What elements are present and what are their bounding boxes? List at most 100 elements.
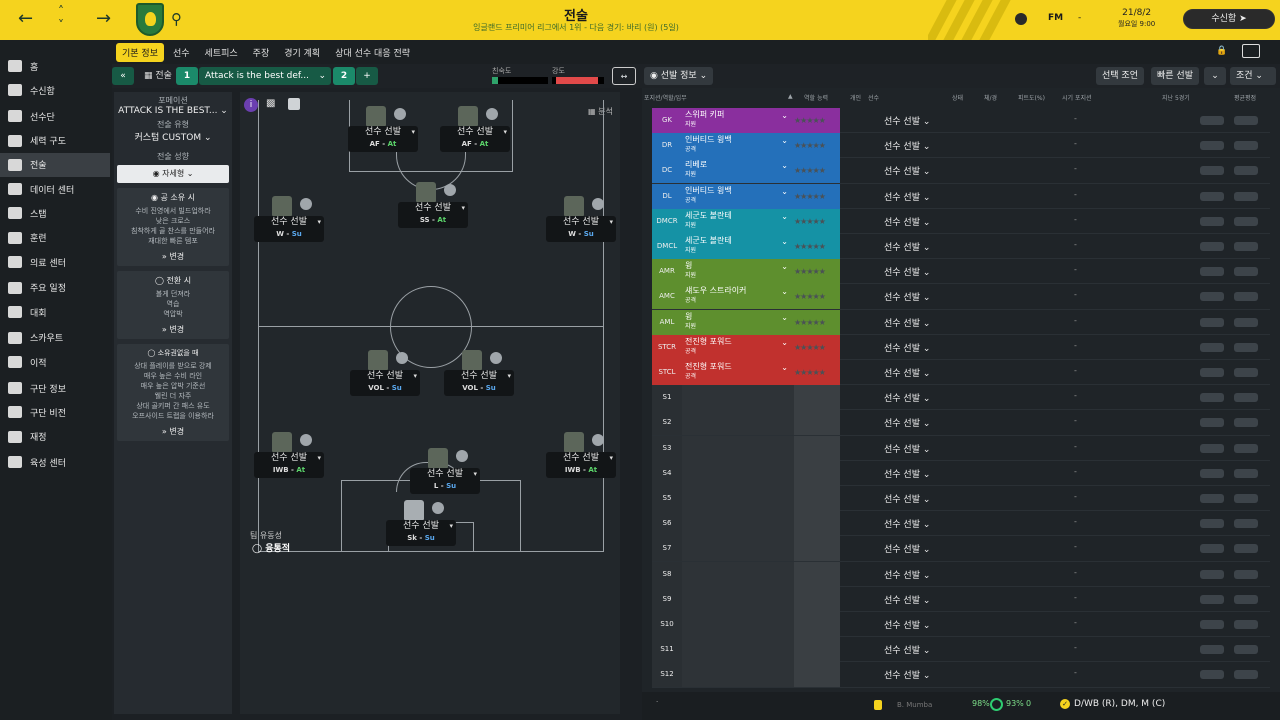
- role-block[interactable]: 인버티드 윙백 공격 ⌄: [682, 133, 792, 159]
- subnav-tab[interactable]: 상대 선수 대응 전략: [329, 43, 416, 62]
- info-icon[interactable]: i: [244, 98, 258, 112]
- role-block[interactable]: 섀도우 스트라이커 공격 ⌄: [682, 284, 792, 310]
- toggle-button[interactable]: ↔: [612, 67, 636, 85]
- player-select-dropdown[interactable]: 선수 선발 ⌄: [884, 442, 930, 455]
- table-row[interactable]: GK 스위퍼 키퍼 지원 ⌄ ★★★★★ 선수 선발 ⌄ -: [652, 108, 1270, 134]
- subnav-tab[interactable]: 선수: [167, 43, 196, 62]
- player-card[interactable]: 선수 선발 IWB - At ▾: [546, 452, 616, 478]
- style-dropdown[interactable]: 커스텀 CUSTOM ⌄: [114, 130, 232, 143]
- table-row[interactable]: DMCL 세군도 볼란테 지원 ⌄ ★★★★★ 선수 선발 ⌄ -: [652, 234, 1270, 260]
- formation-dropdown[interactable]: ATTACK IS THE BEST... ⌄: [114, 106, 232, 116]
- player-card[interactable]: 선수 선발 L - Su ▾: [410, 468, 480, 494]
- collapse-icon[interactable]: «: [112, 67, 134, 85]
- table-row[interactable]: S7 선수 선발 ⌄ -: [652, 536, 1270, 562]
- player-select-dropdown[interactable]: 선수 선발 ⌄: [884, 265, 930, 278]
- role-menu-icon[interactable]: ▾: [503, 128, 507, 136]
- sidebar-item[interactable]: 주요 일정: [0, 276, 112, 300]
- sidebar-item[interactable]: 육성 센터: [0, 450, 112, 474]
- player-card[interactable]: 선수 선발 AF - At ▾: [440, 126, 510, 152]
- player-card[interactable]: 선수 선발 Sk - Su ▾: [386, 520, 456, 546]
- player-slot[interactable]: 선수 선발 IWB - At ▾: [546, 432, 618, 508]
- player-select-dropdown[interactable]: 선수 선발 ⌄: [884, 416, 930, 429]
- out-possession-change-button[interactable]: » 변경: [119, 426, 227, 437]
- player-slot[interactable]: 선수 선발 IWB - At ▾: [254, 432, 326, 508]
- role-menu-icon[interactable]: ▾: [411, 128, 415, 136]
- player-dot-icon[interactable]: [300, 198, 312, 210]
- player-slot[interactable]: 선수 선발 AF - At ▾: [440, 106, 512, 182]
- role-menu-icon[interactable]: ▾: [449, 522, 453, 530]
- col-last5[interactable]: 지난 5경기: [1162, 93, 1190, 102]
- player-select-dropdown[interactable]: 선수 선발 ⌄: [884, 568, 930, 581]
- ball-icon[interactable]: [1015, 13, 1027, 25]
- table-row[interactable]: AMC 섀도우 스트라이커 공격 ⌄ ★★★★★ 선수 선발 ⌄ -: [652, 284, 1270, 310]
- role-block[interactable]: 세군도 볼란테 지원 ⌄: [682, 234, 792, 259]
- player-select-dropdown[interactable]: 선수 선발 ⌄: [884, 190, 930, 203]
- layout-icon[interactable]: [1242, 44, 1260, 58]
- sidebar-item[interactable]: 재정: [0, 424, 112, 448]
- player-card[interactable]: 선수 선발 VOL - Su ▾: [444, 370, 514, 396]
- role-block[interactable]: 스위퍼 키퍼 지원 ⌄: [682, 108, 792, 133]
- player-slot[interactable]: 선수 선발 SS - At ▾: [398, 182, 470, 258]
- role-menu-icon[interactable]: ▾: [317, 454, 321, 462]
- col-pos[interactable]: 포지션/역할/임무: [644, 93, 687, 102]
- table-row[interactable]: S4 선수 선발 ⌄ -: [652, 460, 1270, 486]
- player-select-dropdown[interactable]: 선수 선발 ⌄: [884, 316, 930, 329]
- table-row[interactable]: DL 인버티드 윙백 공격 ⌄ ★★★★★ 선수 선발 ⌄ -: [652, 183, 1270, 209]
- player-select-dropdown[interactable]: 선수 선발 ⌄: [884, 467, 930, 480]
- player-select-dropdown[interactable]: 선수 선발 ⌄: [884, 366, 930, 379]
- subnav-tab[interactable]: 주장: [247, 43, 276, 62]
- table-row[interactable]: S11 선수 선발 ⌄ -: [652, 637, 1270, 663]
- player-dot-icon[interactable]: [432, 502, 444, 514]
- role-menu-icon[interactable]: ▾: [461, 204, 465, 212]
- player-select-dropdown[interactable]: 선수 선발 ⌄: [884, 164, 930, 177]
- tactic-slot-2[interactable]: 2: [333, 67, 355, 85]
- player-card[interactable]: 선수 선발 W - Su ▾: [254, 216, 324, 242]
- in-possession-change-button[interactable]: » 변경: [119, 251, 227, 262]
- table-row[interactable]: S10 선수 선발 ⌄ -: [652, 612, 1270, 638]
- role-menu-icon[interactable]: ▾: [473, 470, 477, 478]
- col-time[interactable]: 시기 포지션: [1062, 93, 1092, 102]
- player-select-dropdown[interactable]: 선수 선발 ⌄: [884, 643, 930, 656]
- sidebar-item[interactable]: 구단 비전: [0, 400, 112, 424]
- player-dot-icon[interactable]: [592, 198, 604, 210]
- inbox-continue-button[interactable]: 수신함 ➤: [1183, 9, 1275, 29]
- player-slot[interactable]: 선수 선발 VOL - Su ▾: [350, 350, 422, 426]
- sidebar-item[interactable]: 홈: [0, 54, 112, 78]
- role-block[interactable]: 윙 지원 ⌄: [682, 259, 792, 285]
- sidebar-item[interactable]: 수신함: [0, 78, 112, 102]
- transition-change-button[interactable]: » 변경: [119, 324, 227, 335]
- sidebar-item[interactable]: 스탭: [0, 201, 112, 225]
- table-row[interactable]: S5 선수 선발 ⌄ -: [652, 486, 1270, 512]
- player-select-dropdown[interactable]: 선수 선발 ⌄: [884, 618, 930, 631]
- subnav-tab[interactable]: 기본 정보: [116, 42, 164, 62]
- quick-select-menu-icon[interactable]: ⌄: [1204, 67, 1226, 85]
- table-row[interactable]: DMCR 세군도 볼란테 지원 ⌄ ★★★★★ 선수 선발 ⌄ -: [652, 208, 1270, 234]
- mentality-dropdown[interactable]: ◉ 자세형 ⌄: [117, 165, 229, 183]
- col-fitness[interactable]: 피트도(%): [1018, 93, 1045, 102]
- player-select-dropdown[interactable]: 선수 선발 ⌄: [884, 341, 930, 354]
- select-advice-button[interactable]: 선택 조언: [1096, 67, 1144, 85]
- fm-logo[interactable]: FM: [1048, 13, 1063, 23]
- player-select-dropdown[interactable]: 선수 선발 ⌄: [884, 215, 930, 228]
- sidebar-item[interactable]: 구단 정보: [0, 376, 112, 400]
- sidebar-item[interactable]: 훈련: [0, 226, 112, 250]
- table-row[interactable]: AML 윙 지원 ⌄ ★★★★★ 선수 선발 ⌄ -: [652, 309, 1270, 335]
- table-row[interactable]: S9 선수 선발 ⌄ -: [652, 586, 1270, 612]
- table-row[interactable]: S1 선수 선발 ⌄ -: [652, 385, 1270, 411]
- add-tactic-button[interactable]: +: [356, 67, 378, 85]
- player-select-dropdown[interactable]: 선수 선발 ⌄: [884, 114, 930, 127]
- role-menu-icon[interactable]: ▾: [609, 454, 613, 462]
- player-select-dropdown[interactable]: 선수 선발 ⌄: [884, 139, 930, 152]
- role-block[interactable]: 윙 지원 ⌄: [682, 309, 792, 335]
- player-dot-icon[interactable]: [456, 450, 468, 462]
- player-slot[interactable]: 선수 선발 W - Su ▾: [254, 196, 326, 272]
- col-individual[interactable]: 개인: [850, 93, 861, 102]
- role-block[interactable]: 리베로 지원 ⌄: [682, 158, 792, 184]
- player-select-dropdown[interactable]: 선수 선발 ⌄: [884, 668, 930, 681]
- table-row[interactable]: S2 선수 선발 ⌄ -: [652, 410, 1270, 436]
- player-dot-icon[interactable]: [490, 352, 502, 364]
- sidebar-item[interactable]: 전술: [0, 152, 110, 177]
- player-card[interactable]: 선수 선발 W - Su ▾: [546, 216, 616, 242]
- role-menu-icon[interactable]: ▾: [609, 218, 613, 226]
- role-block[interactable]: 인버티드 윙백 공격 ⌄: [682, 183, 792, 209]
